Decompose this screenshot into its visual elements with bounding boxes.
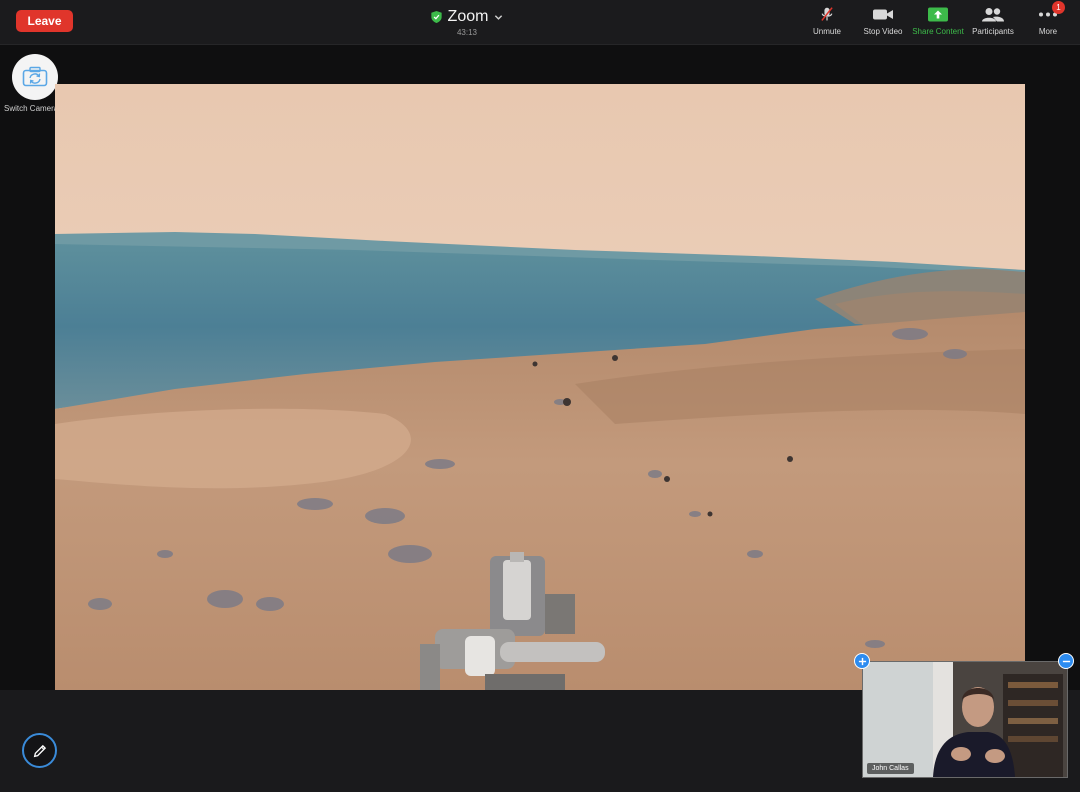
minimize-video-button[interactable] xyxy=(1058,653,1074,669)
switch-camera-icon xyxy=(22,66,48,87)
annotate-button[interactable] xyxy=(22,733,57,768)
meeting-title: Zoom xyxy=(447,8,489,25)
meeting-timer: 43:13 xyxy=(456,28,478,37)
stop-video-label: Stop Video xyxy=(863,27,903,36)
unmute-button[interactable]: Unmute xyxy=(797,6,857,40)
stop-video-button[interactable]: Stop Video xyxy=(853,6,913,40)
share-screen-icon xyxy=(928,7,948,22)
chevron-down-icon[interactable] xyxy=(494,13,503,22)
notification-badge: 1 xyxy=(1052,1,1065,14)
encryption-shield-icon xyxy=(430,11,442,23)
share-content-button[interactable]: Share Content xyxy=(908,6,968,40)
shared-content-view xyxy=(55,84,1025,690)
expand-video-button[interactable] xyxy=(854,653,870,669)
participants-label: Participants xyxy=(972,27,1014,36)
more-button[interactable]: 1 More xyxy=(1018,1,1078,40)
leave-button[interactable]: Leave xyxy=(16,10,73,32)
mic-muted-icon xyxy=(821,7,833,21)
more-label: More xyxy=(1038,27,1058,36)
minus-icon xyxy=(1062,660,1070,662)
meeting-toolbar: Leave Zoom 43:13 Unmute Stop Video Share… xyxy=(0,0,1080,45)
leave-label: Leave xyxy=(27,14,62,28)
switch-camera-button[interactable] xyxy=(12,54,58,100)
participants-button[interactable]: Participants xyxy=(963,6,1023,40)
participant-name: John Callas xyxy=(867,763,914,774)
participant-video-image xyxy=(863,662,1067,777)
video-camera-icon xyxy=(873,9,893,20)
participants-icon xyxy=(982,8,1004,22)
share-content-label: Share Content xyxy=(912,27,964,36)
self-view-video[interactable]: John Callas xyxy=(862,661,1068,778)
plus-icon xyxy=(858,657,866,665)
mars-panorama-image xyxy=(55,84,1025,690)
unmute-label: Unmute xyxy=(812,27,841,36)
pencil-icon xyxy=(33,744,46,757)
meeting-title-area[interactable]: Zoom 43:13 xyxy=(412,8,522,40)
